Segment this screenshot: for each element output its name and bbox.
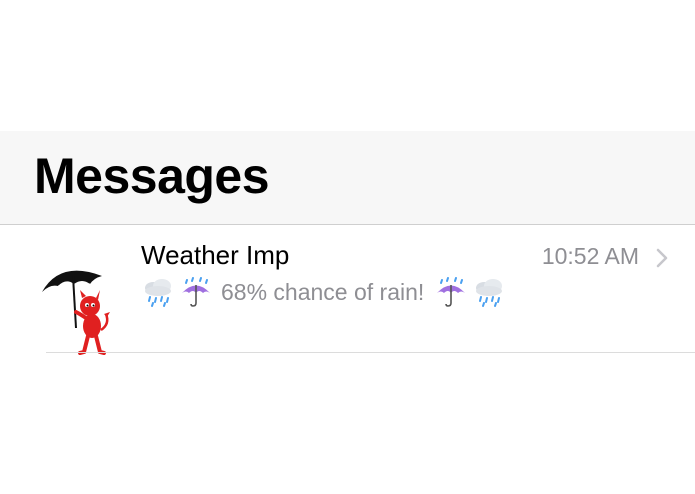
page-title: Messages <box>34 148 270 204</box>
imp-with-umbrella-icon <box>42 270 110 355</box>
message-preview: 68% chance of rain! <box>141 276 506 308</box>
rain-cloud-icon <box>145 279 171 307</box>
row-separator <box>46 352 695 353</box>
umbrella-with-rain-icon <box>437 277 466 307</box>
header-bar: Messages <box>0 131 695 225</box>
conversation-row[interactable]: Weather Imp 10:52 AM 68% chance of rain! <box>0 226 695 355</box>
umbrella-with-rain-icon <box>182 277 210 307</box>
chevron-right-icon <box>656 248 668 268</box>
message-timestamp: 10:52 AM <box>541 243 639 269</box>
sender-name: Weather Imp <box>141 240 290 270</box>
messages-screen: Messages Weather Imp 10:52 AM 68% chance… <box>0 0 695 494</box>
preview-text: 68% chance of rain! <box>221 278 425 305</box>
rain-cloud-icon <box>476 279 503 307</box>
